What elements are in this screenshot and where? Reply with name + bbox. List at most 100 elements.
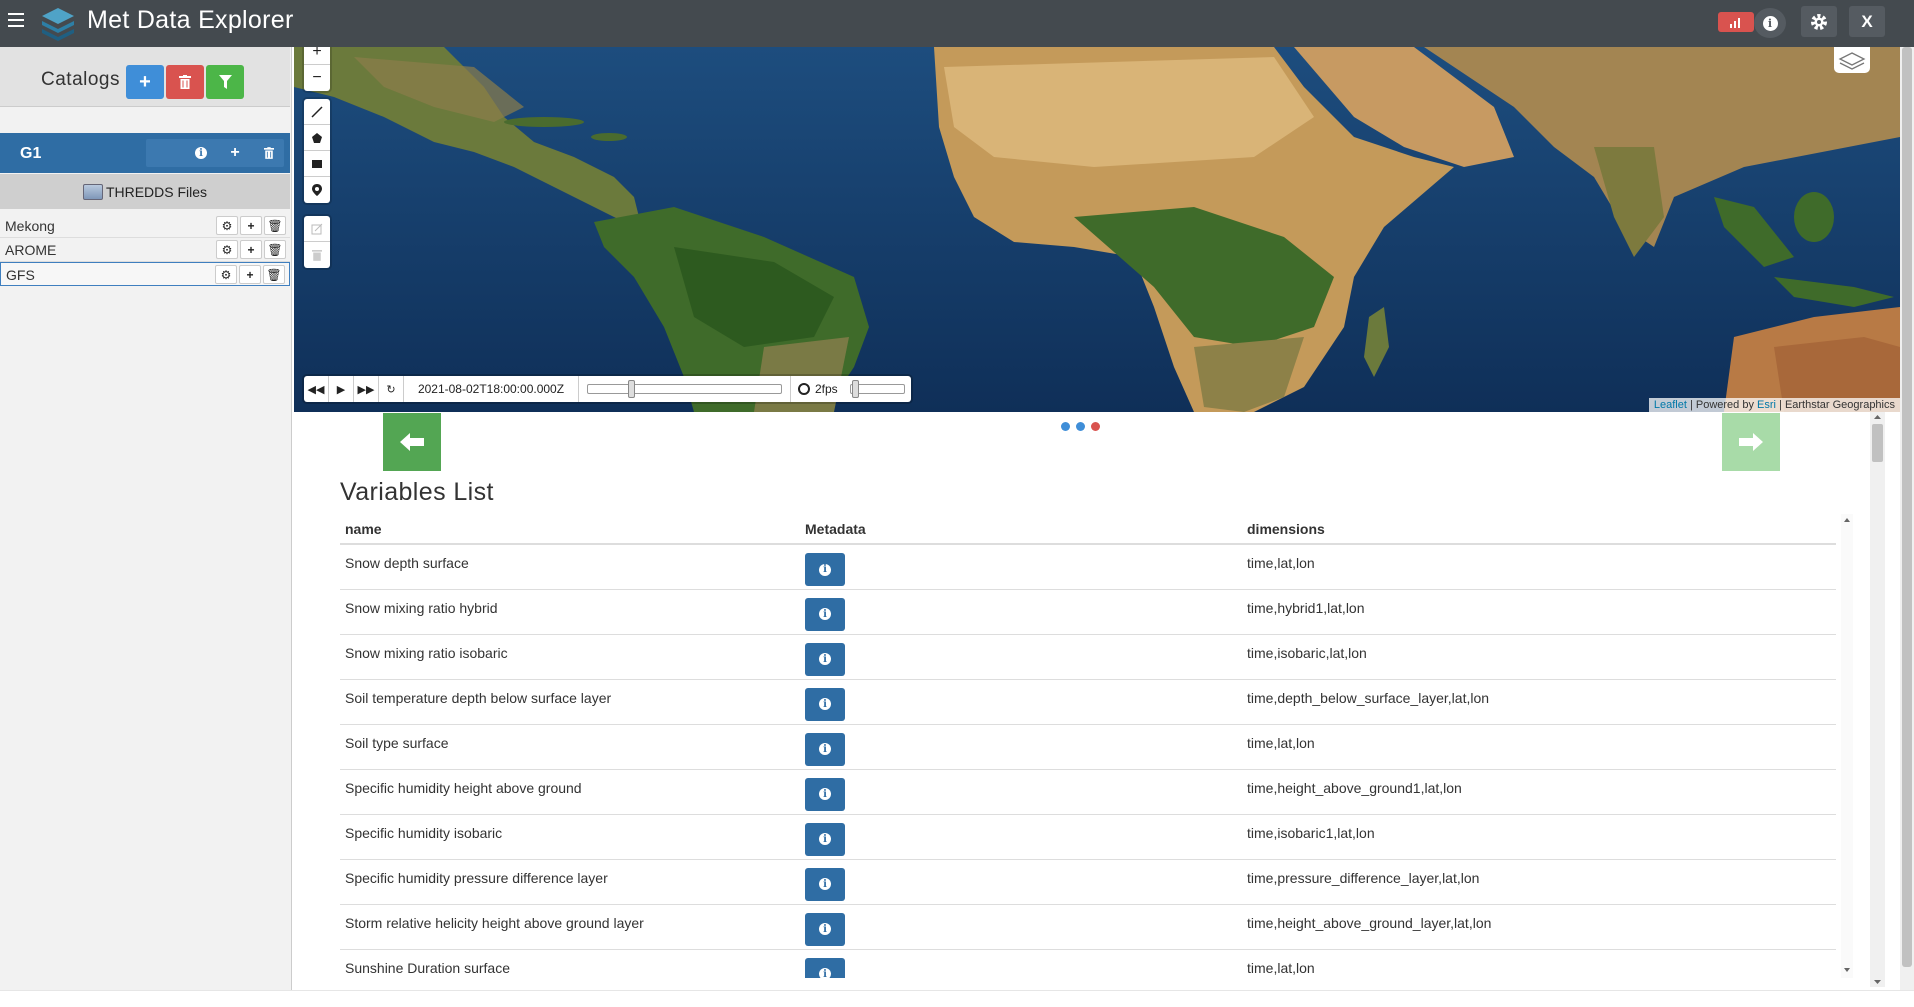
info-icon[interactable]: i bbox=[1754, 8, 1786, 38]
metadata-cell: i bbox=[800, 949, 1242, 978]
variable-name: Soil temperature depth below surface lay… bbox=[340, 679, 800, 725]
layers-control-icon[interactable] bbox=[1834, 47, 1870, 73]
hamburger-menu-icon[interactable] bbox=[8, 13, 24, 29]
metadata-info-button[interactable]: i bbox=[805, 732, 845, 766]
info-icon: i bbox=[819, 563, 831, 576]
group-add-button[interactable]: + bbox=[218, 139, 252, 167]
group-name: G1 bbox=[20, 145, 42, 162]
draw-polygon-icon[interactable] bbox=[304, 125, 330, 151]
metadata-cell: i bbox=[800, 679, 1242, 725]
time-slider[interactable] bbox=[579, 376, 791, 402]
sidebar: Catalogs + G1 i + THREDDS Files Mekong ⚙… bbox=[0, 47, 292, 990]
delete-layers-icon[interactable] bbox=[304, 242, 330, 268]
variable-dimensions: time,isobaric1,lat,lon bbox=[1242, 814, 1836, 860]
variable-name: Specific humidity height above ground bbox=[340, 769, 800, 815]
group-info-button[interactable]: i bbox=[184, 139, 218, 167]
time-slider-handle[interactable] bbox=[628, 380, 635, 398]
fps-label: 2fps bbox=[815, 382, 838, 396]
metadata-info-button[interactable]: i bbox=[805, 822, 845, 856]
filter-catalog-button[interactable] bbox=[206, 65, 244, 99]
zoom-out-button[interactable]: − bbox=[304, 65, 330, 91]
metadata-cell: i bbox=[800, 814, 1242, 860]
table-row: Snow mixing ratio hybrid i time,hybrid1,la… bbox=[340, 589, 1836, 635]
info-icon: i bbox=[819, 653, 831, 665]
column-header-dimensions[interactable]: dimensions bbox=[1242, 514, 1836, 545]
file-delete-trash-icon[interactable]: 🗑 bbox=[263, 265, 285, 284]
table-row: Snow depth surface i time,lat,lon bbox=[340, 544, 1836, 590]
file-delete-trash-icon[interactable]: 🗑 bbox=[264, 240, 286, 259]
page-dot[interactable] bbox=[1061, 422, 1070, 431]
metadata-info-button[interactable]: i bbox=[805, 553, 845, 586]
table-row: Specific humidity height above ground i ti… bbox=[340, 769, 1836, 815]
page-scrollbar-thumb[interactable] bbox=[1902, 47, 1912, 967]
signal-icon[interactable] bbox=[1718, 12, 1754, 32]
trash-icon bbox=[179, 75, 191, 89]
content-scrollbar[interactable] bbox=[1870, 412, 1885, 987]
horizontal-scrollbar[interactable] bbox=[0, 990, 1914, 1007]
metadata-cell: i bbox=[800, 634, 1242, 680]
file-settings-gear-icon[interactable]: ⚙ bbox=[216, 240, 238, 259]
fps-slider-handle[interactable] bbox=[852, 380, 859, 398]
delete-catalog-button[interactable] bbox=[166, 65, 204, 99]
file-item[interactable]: Mekong ⚙ + 🗑 bbox=[0, 214, 290, 238]
metadata-info-button[interactable]: i bbox=[805, 957, 845, 978]
edit-layers-icon[interactable] bbox=[304, 216, 330, 242]
page-scrollbar[interactable] bbox=[1900, 47, 1914, 990]
clock-icon bbox=[798, 383, 810, 395]
draw-polyline-icon[interactable] bbox=[304, 99, 330, 125]
zoom-in-button[interactable]: + bbox=[304, 47, 330, 65]
map-view[interactable]: + − ◀◀ ▶ ▶▶ ↻ 2021-08-02T18:00:00.000Z 2… bbox=[294, 47, 1900, 412]
loop-refresh-icon[interactable]: ↻ bbox=[379, 376, 404, 402]
group-actions: i + bbox=[146, 139, 284, 167]
variable-name: Specific humidity pressure difference la… bbox=[340, 859, 800, 905]
previous-page-button[interactable] bbox=[383, 413, 441, 471]
metadata-info-button[interactable]: i bbox=[805, 912, 845, 946]
file-delete-trash-icon[interactable]: 🗑 bbox=[264, 216, 286, 235]
variable-dimensions: time,isobaric,lat,lon bbox=[1242, 634, 1836, 680]
draw-marker-icon[interactable] bbox=[304, 177, 330, 203]
info-icon: i bbox=[819, 923, 831, 935]
step-forward-button[interactable]: ▶▶ bbox=[354, 376, 379, 402]
file-settings-gear-icon[interactable]: ⚙ bbox=[215, 265, 237, 284]
metadata-info-button[interactable]: i bbox=[805, 867, 845, 901]
file-add-icon[interactable]: + bbox=[239, 265, 261, 284]
file-add-icon[interactable]: + bbox=[240, 240, 262, 259]
group-delete-button[interactable] bbox=[252, 139, 286, 167]
step-backward-button[interactable]: ◀◀ bbox=[304, 376, 329, 402]
table-header-row: name Metadata dimensions bbox=[340, 514, 1836, 545]
file-settings-gear-icon[interactable]: ⚙ bbox=[216, 216, 238, 235]
play-button[interactable]: ▶ bbox=[329, 376, 354, 402]
file-name: Mekong bbox=[5, 218, 55, 234]
file-item[interactable]: AROME ⚙ + 🗑 bbox=[0, 238, 290, 262]
add-catalog-button[interactable]: + bbox=[126, 65, 164, 99]
settings-gear-icon[interactable] bbox=[1801, 6, 1837, 37]
content-scrollbar-thumb[interactable] bbox=[1872, 424, 1883, 462]
group-header[interactable]: G1 i + bbox=[0, 133, 290, 173]
file-item-selected[interactable]: GFS ⚙ + 🗑 bbox=[0, 262, 290, 286]
file-add-icon[interactable]: + bbox=[240, 216, 262, 235]
close-button[interactable]: X bbox=[1849, 6, 1885, 37]
table-row: Sunshine Duration surface i time,lat,lon bbox=[340, 949, 1836, 978]
draw-rectangle-icon[interactable] bbox=[304, 151, 330, 177]
metadata-info-button[interactable]: i bbox=[805, 597, 845, 631]
metadata-info-button[interactable]: i bbox=[805, 777, 845, 811]
table-scrollbar[interactable] bbox=[1841, 514, 1853, 978]
metadata-info-button[interactable]: i bbox=[805, 687, 845, 721]
page-dot-active[interactable] bbox=[1091, 422, 1100, 431]
next-page-button[interactable] bbox=[1722, 413, 1780, 471]
thredds-files-label: THREDDS Files bbox=[105, 183, 208, 200]
app-title: Met Data Explorer bbox=[87, 6, 294, 34]
variable-dimensions: time,height_above_ground1,lat,lon bbox=[1242, 769, 1836, 815]
variable-name: Snow depth surface bbox=[340, 544, 800, 590]
variables-panel: Variables List name Metadata dimensions … bbox=[294, 412, 1900, 978]
speed-control: 2fps bbox=[791, 376, 911, 402]
page-dot[interactable] bbox=[1076, 422, 1085, 431]
column-header-name[interactable]: name bbox=[340, 514, 800, 545]
current-time-display: 2021-08-02T18:00:00.000Z bbox=[404, 376, 579, 402]
leaflet-link[interactable]: Leaflet bbox=[1654, 399, 1687, 411]
table-row: Storm relative helicity height above gro… bbox=[340, 904, 1836, 950]
esri-link[interactable]: Esri bbox=[1757, 399, 1776, 411]
metadata-info-button[interactable]: i bbox=[805, 642, 845, 676]
variable-name: Snow mixing ratio isobaric bbox=[340, 634, 800, 680]
column-header-metadata[interactable]: Metadata bbox=[800, 514, 1242, 545]
